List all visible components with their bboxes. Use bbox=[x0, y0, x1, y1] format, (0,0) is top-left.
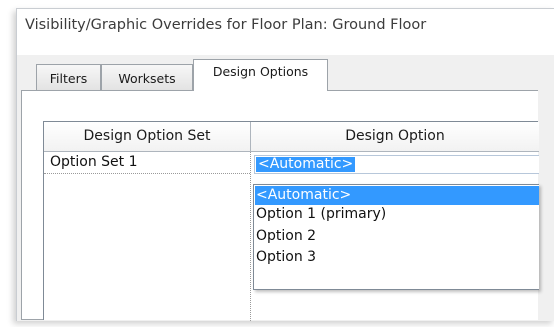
column-divider bbox=[250, 152, 251, 321]
tab-worksets[interactable]: Worksets bbox=[101, 64, 193, 91]
design-options-grid: Design Option Set Design Option Option S… bbox=[43, 121, 539, 321]
dropdown-option-option-1[interactable]: Option 1 (primary) bbox=[255, 205, 386, 224]
column-header-design-option[interactable]: Design Option bbox=[251, 122, 539, 152]
table-row-set-cell[interactable]: Option Set 1 bbox=[44, 152, 250, 174]
column-header-design-option-set[interactable]: Design Option Set bbox=[44, 122, 251, 152]
dropdown-option-option-3[interactable]: Option 3 bbox=[255, 248, 316, 267]
tab-design-options-label: Design Options bbox=[212, 64, 309, 79]
dialog-title: Visibility/Graphic Overrides for Floor P… bbox=[25, 17, 427, 33]
tab-filters[interactable]: Filters bbox=[36, 64, 101, 91]
tab-worksets-label: Worksets bbox=[118, 71, 176, 86]
tab-filters-label: Filters bbox=[49, 71, 88, 86]
design-option-dropdown-list: <Automatic> Option 1 (primary) Option 2 … bbox=[253, 184, 539, 290]
design-option-combo-value: <Automatic> bbox=[256, 156, 356, 172]
dropdown-option-option-2[interactable]: Option 2 bbox=[255, 227, 316, 246]
tab-design-options[interactable]: Design Options bbox=[193, 59, 328, 91]
dropdown-option-automatic[interactable]: <Automatic> bbox=[255, 186, 539, 205]
design-option-combo[interactable]: <Automatic> bbox=[254, 155, 539, 174]
